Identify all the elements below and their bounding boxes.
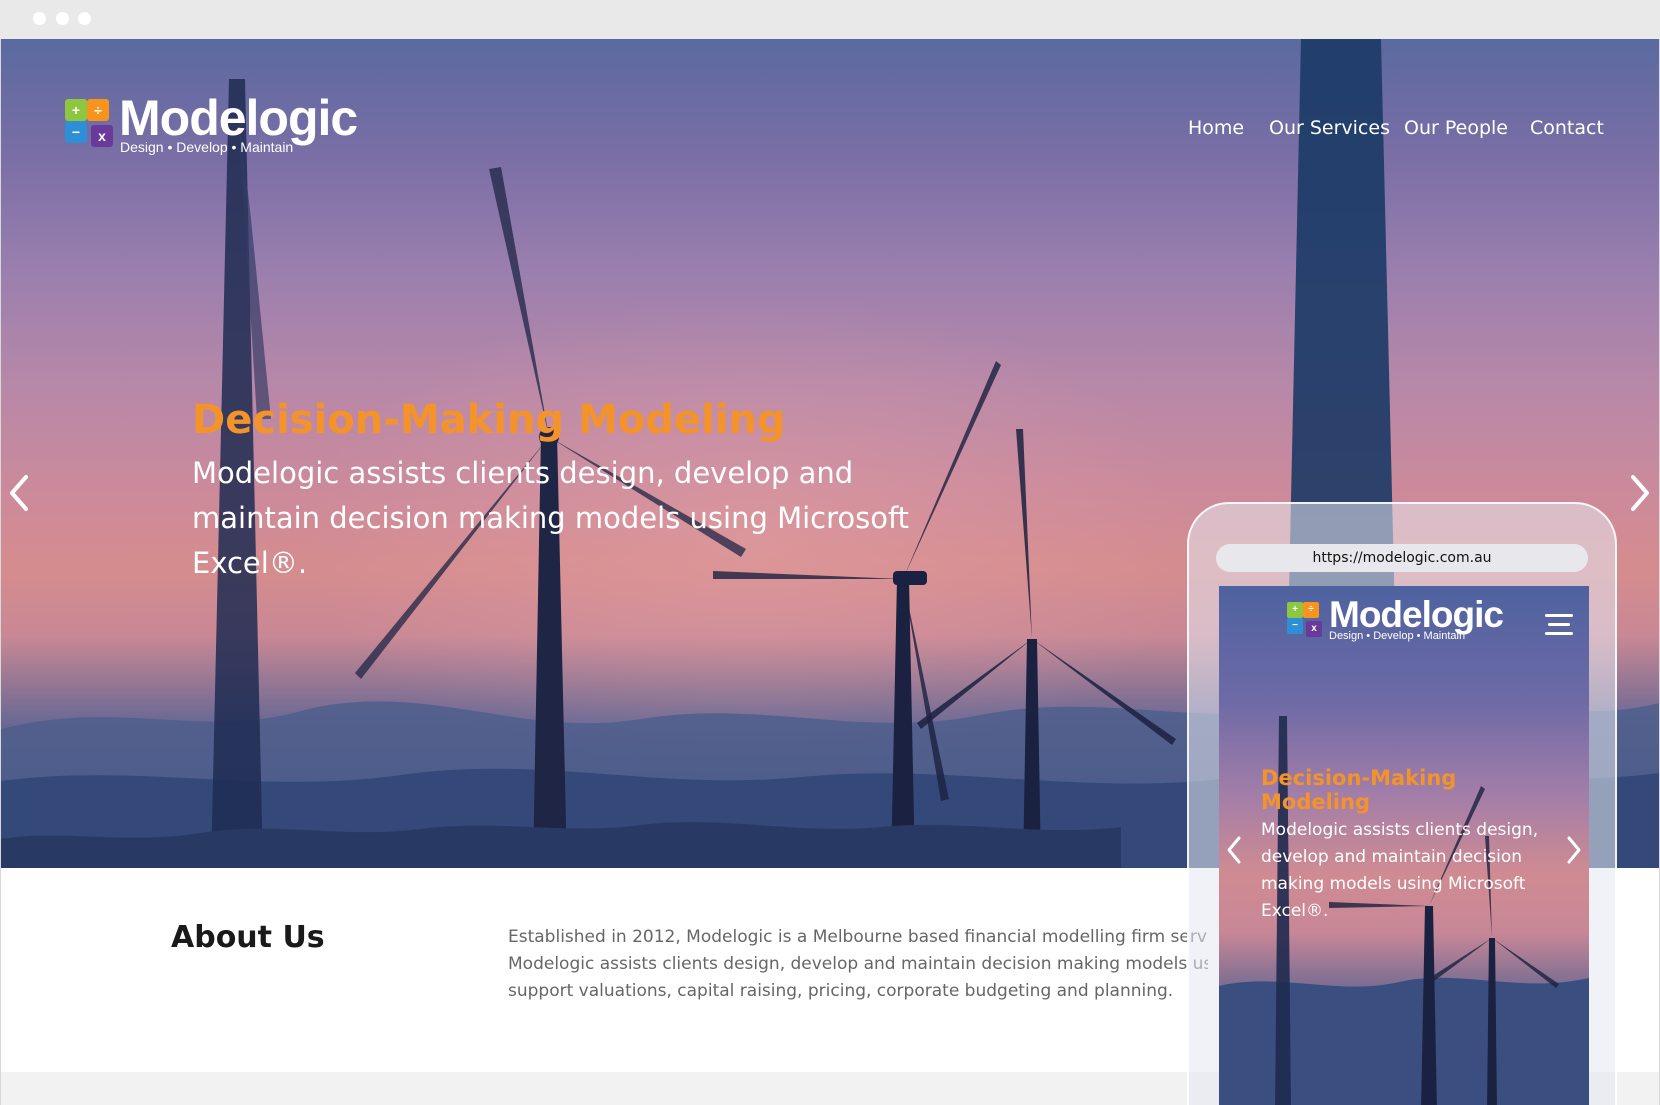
phone-url-bar[interactable]: https://modelogic.com.au (1216, 544, 1588, 572)
window-dot-maximize[interactable] (78, 12, 91, 25)
logo-plus-square: + (65, 99, 87, 121)
about-line-2: Modelogic assists clients design, develo… (508, 954, 1208, 974)
logo-plus-square: + (1287, 602, 1303, 618)
phone-brand-logo[interactable]: + ÷ − x Modelogic Design • Develop • Mai… (1287, 594, 1527, 644)
brand-logo[interactable]: + ÷ − x Modelogic Design • Develop • Mai… (65, 90, 385, 159)
logo-divide-square: ÷ (1303, 602, 1319, 618)
hero-body: Modelogic assists clients design, develo… (192, 456, 910, 580)
about-heading: About Us (171, 920, 325, 955)
about-line-3: support valuations, capital raising, pri… (508, 981, 1174, 1001)
nav-home[interactable]: Home (1188, 117, 1244, 143)
logo-minus-square: − (65, 121, 87, 143)
logo-times-square: x (1306, 621, 1322, 637)
chevron-left-icon[interactable] (4, 471, 34, 515)
phone-screen: + ÷ − x Modelogic Design • Develop • Mai… (1219, 586, 1589, 1105)
chevron-right-icon[interactable] (1563, 833, 1585, 867)
phone-hero-body: Modelogic assists clients design, develo… (1261, 820, 1539, 921)
phone-mockup: https://modelogic.com.au + ÷ − x Modelog… (1187, 502, 1617, 1105)
browser-chrome (0, 0, 1660, 39)
nav-our-people[interactable]: Our People (1404, 117, 1508, 143)
logo-divide-square: ÷ (87, 99, 109, 121)
chevron-left-icon[interactable] (1223, 833, 1245, 867)
logo-minus-square: − (1287, 618, 1303, 634)
nav-contact[interactable]: Contact (1530, 117, 1604, 143)
logo-mark-icon: + ÷ − x (65, 99, 115, 151)
about-text: Established in 2012, Modelogic is a Melb… (508, 924, 1208, 1005)
phone-hero-title: Decision-Making Modeling (1261, 766, 1457, 814)
chevron-right-icon[interactable] (1625, 471, 1655, 515)
hamburger-menu-icon[interactable] (1545, 614, 1573, 636)
window-dot-minimize[interactable] (56, 12, 69, 25)
hero-title: Decision-Making Modeling (192, 397, 786, 443)
page-border-left (0, 39, 1, 1105)
about-line-1: Established in 2012, Modelogic is a Melb… (508, 927, 1208, 947)
window-dot-close[interactable] (33, 12, 46, 25)
phone-brand-tagline: Design • Develop • Maintain (1329, 630, 1466, 642)
nav-our-services[interactable]: Our Services (1269, 117, 1390, 143)
logo-times-square: x (91, 125, 113, 147)
brand-tagline: Design • Develop • Maintain (120, 139, 294, 155)
